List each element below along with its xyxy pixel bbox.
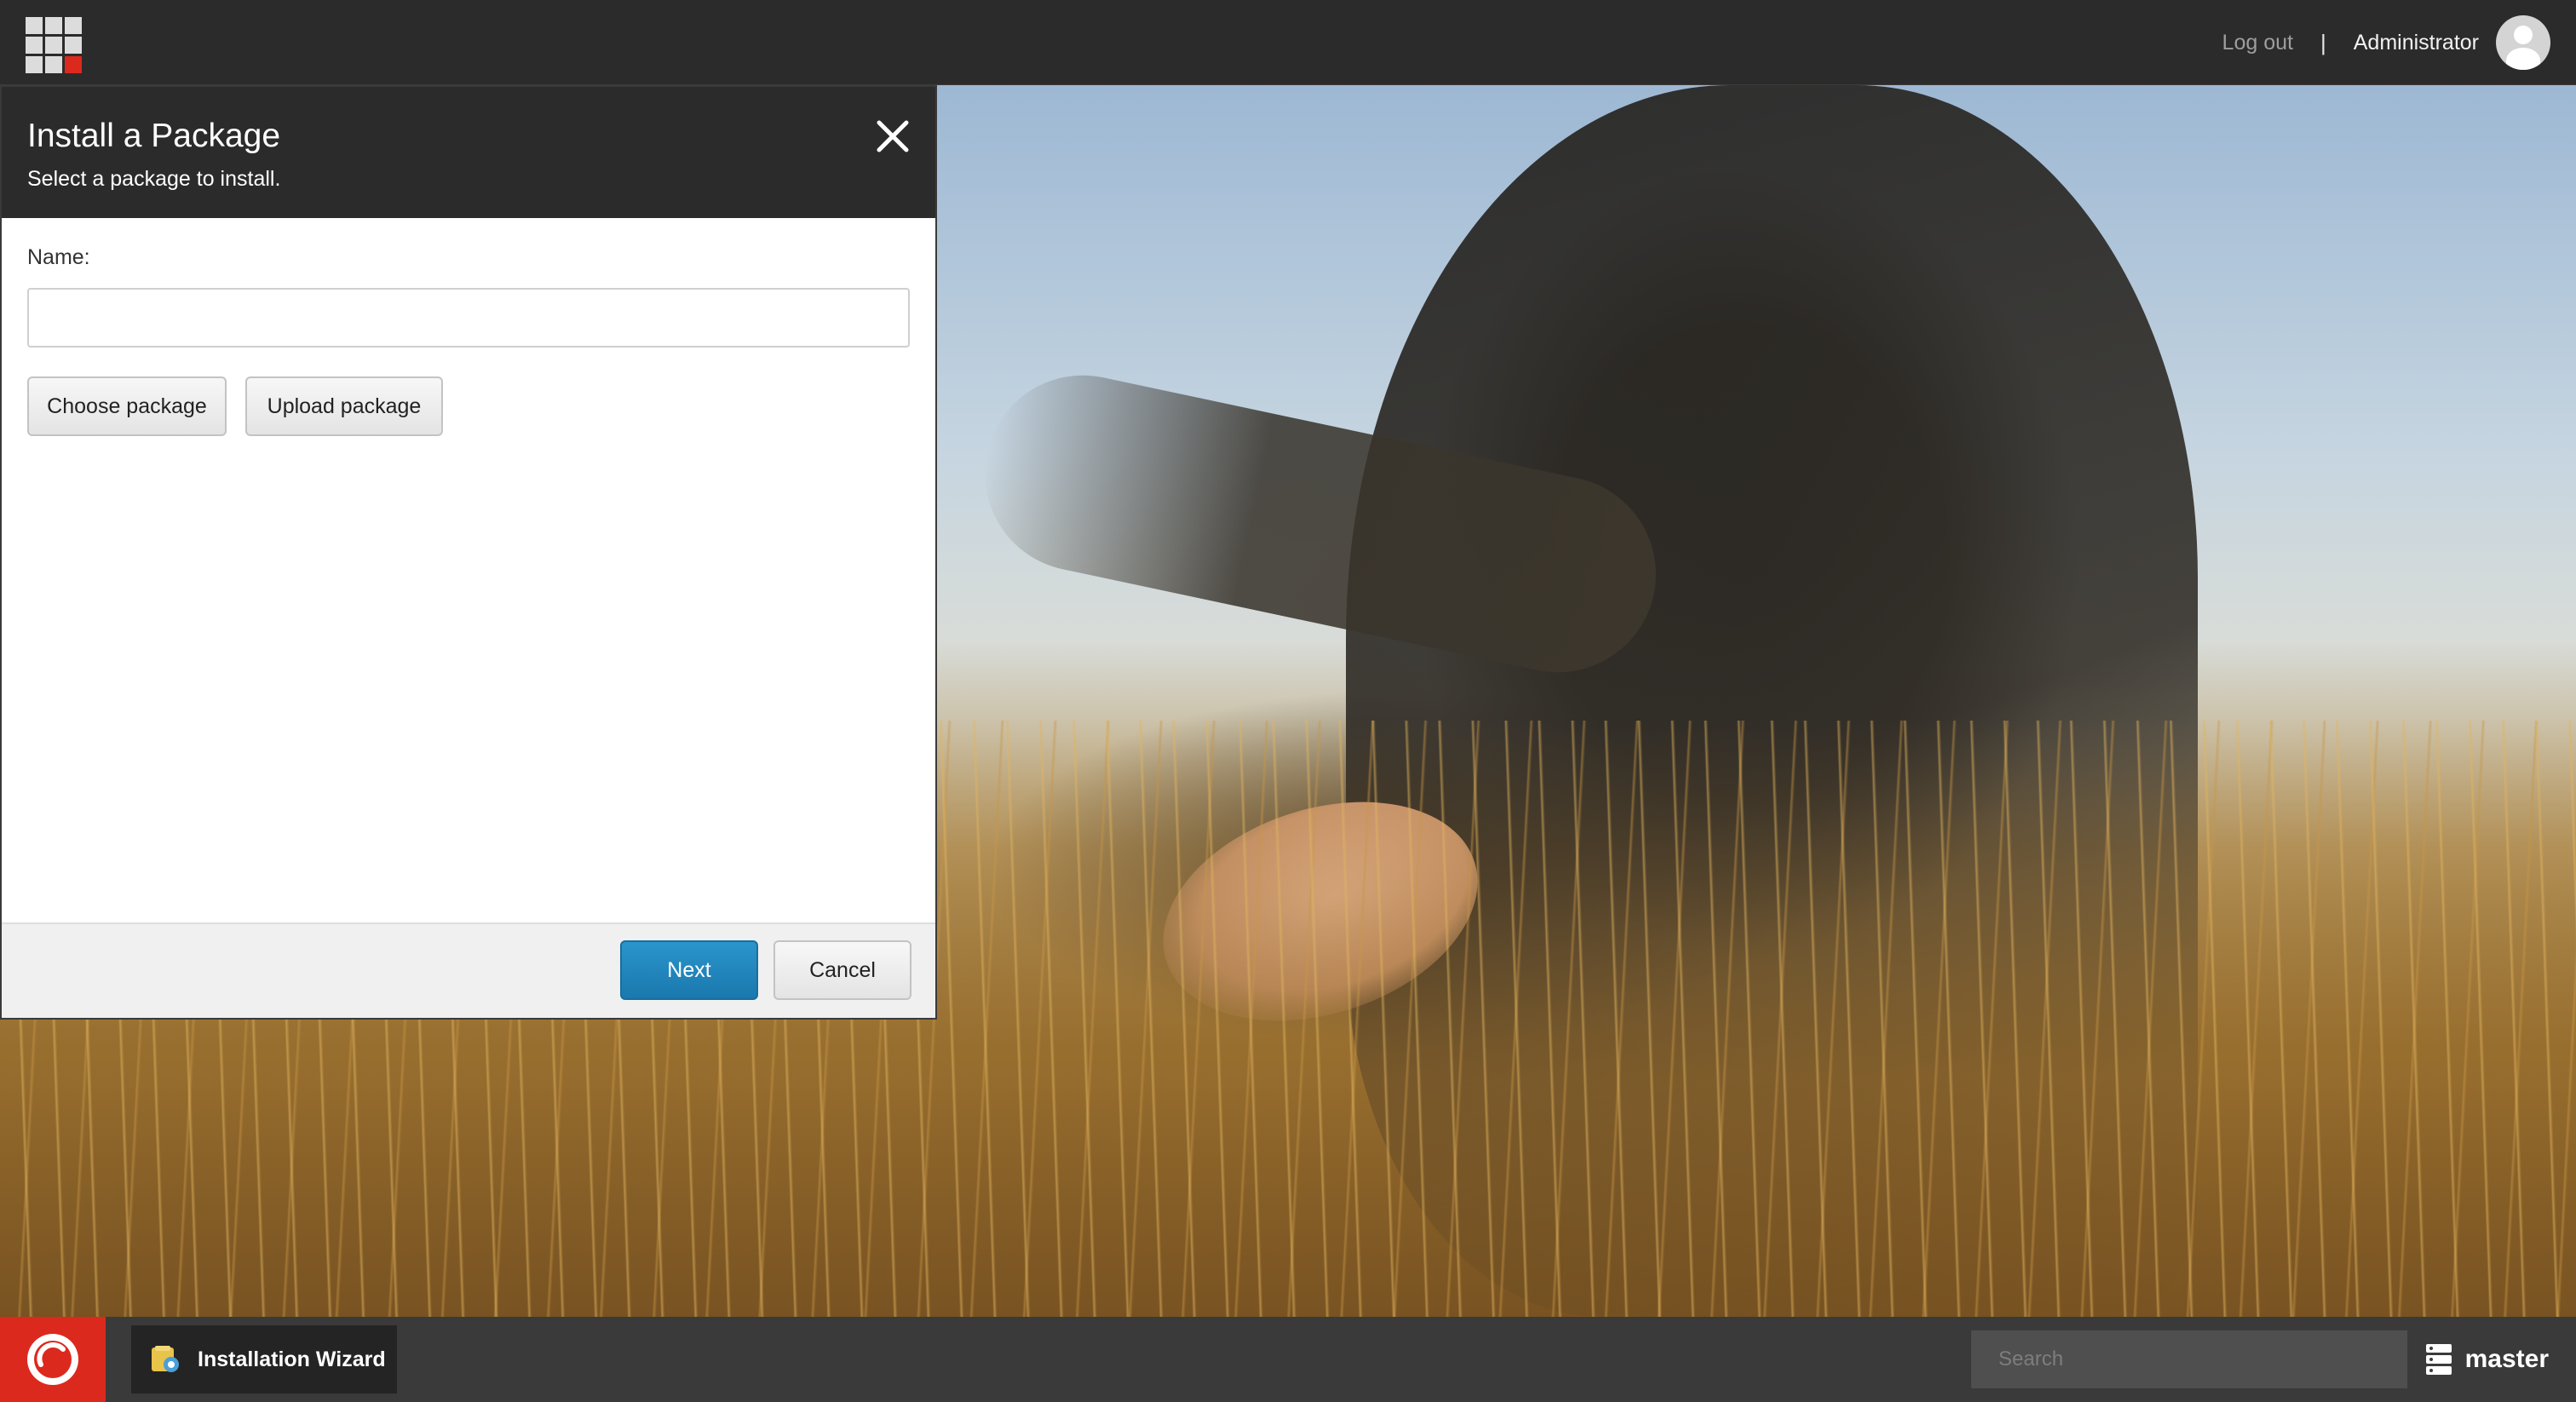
search-input[interactable] <box>1971 1330 2407 1388</box>
wizard-icon <box>152 1346 179 1372</box>
dialog-header: Install a Package Select a package to in… <box>2 87 935 218</box>
taskbar-item-label: Installation Wizard <box>198 1347 386 1371</box>
name-input[interactable] <box>27 288 910 348</box>
start-logo-icon <box>27 1334 78 1385</box>
dialog-footer: Next Cancel <box>2 922 935 1018</box>
logout-link[interactable]: Log out <box>2222 31 2293 55</box>
start-button[interactable] <box>0 1317 106 1402</box>
name-label: Name: <box>27 245 90 269</box>
user-name[interactable]: Administrator <box>2354 31 2479 55</box>
taskbar-item-installation-wizard[interactable]: Installation Wizard <box>131 1325 397 1393</box>
separator: | <box>2320 29 2326 55</box>
choose-package-button[interactable]: Choose package <box>27 376 227 436</box>
close-icon[interactable] <box>874 118 911 155</box>
taskbar: Installation Wizard master <box>0 1317 2576 1402</box>
install-package-dialog: Install a Package Select a package to in… <box>0 85 937 1020</box>
database-icon <box>2425 1344 2452 1375</box>
app-launcher-grid-icon[interactable] <box>26 17 82 73</box>
top-bar: Log out | Administrator <box>0 0 2576 85</box>
dialog-subtitle: Select a package to install. <box>27 167 281 191</box>
database-selector[interactable]: master <box>2424 1317 2549 1402</box>
user-area: Log out | Administrator <box>2222 0 2550 85</box>
avatar-icon[interactable] <box>2496 15 2550 70</box>
upload-package-button[interactable]: Upload package <box>245 376 443 436</box>
dialog-title: Install a Package <box>27 118 281 154</box>
next-button[interactable]: Next <box>620 940 758 1000</box>
cancel-button[interactable]: Cancel <box>773 940 911 1000</box>
database-label: master <box>2464 1345 2549 1373</box>
